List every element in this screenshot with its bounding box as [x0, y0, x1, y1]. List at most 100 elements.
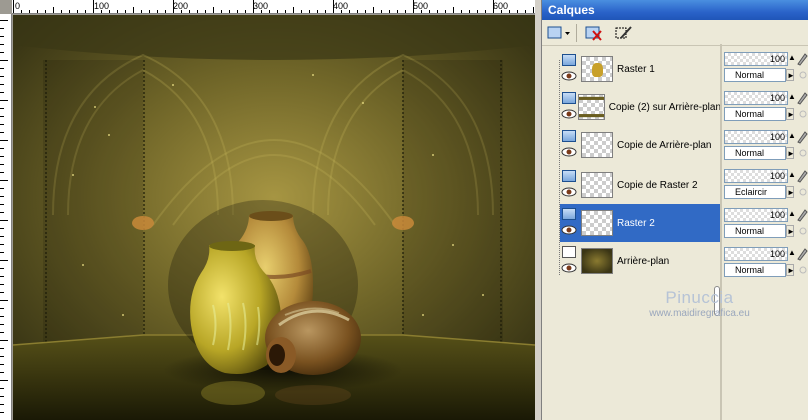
- brush-lock-icon[interactable]: [796, 208, 808, 222]
- layer-row-arriere-plan[interactable]: Arrière-plan: [560, 242, 721, 280]
- ruler-tick: [445, 10, 446, 13]
- ruler-tick: [301, 10, 302, 13]
- raster-layer-icon: [562, 92, 576, 104]
- panel-divider: [720, 44, 722, 420]
- opacity-arrow-icon[interactable]: ▲: [788, 209, 796, 221]
- toolbar-separator: [576, 23, 577, 42]
- ruler-tick: [0, 284, 4, 285]
- brush-lock-icon[interactable]: [796, 91, 808, 105]
- ruler-tick: [0, 252, 4, 253]
- visibility-eye-icon[interactable]: [561, 187, 577, 197]
- ruler-tick: [69, 10, 70, 13]
- ruler-tick: [53, 7, 54, 13]
- brush-lock-icon[interactable]: [796, 169, 808, 183]
- ruler-tick: [0, 172, 4, 173]
- blend-mode-select[interactable]: Normal: [724, 263, 786, 277]
- ruler-tick: [317, 10, 318, 13]
- layer-row-copie-2[interactable]: Copie (2) sur Arrière-plan: [560, 88, 721, 126]
- visibility-eye-icon[interactable]: [561, 71, 577, 81]
- blend-dropdown-arrow-icon[interactable]: ►: [786, 108, 795, 120]
- blend-mode-select[interactable]: Normal: [724, 146, 786, 160]
- artwork-svg: [12, 15, 535, 420]
- layer-properties: 100 ▲ Normal ►: [724, 89, 808, 127]
- opacity-arrow-icon[interactable]: ▲: [788, 92, 796, 104]
- vases-artwork-image[interactable]: [12, 15, 535, 420]
- link-icon[interactable]: [798, 109, 808, 119]
- opacity-arrow-icon[interactable]: ▲: [788, 53, 796, 65]
- new-raster-layer-button[interactable]: [546, 22, 572, 44]
- ruler-tick: [0, 276, 4, 277]
- blend-dropdown-arrow-icon[interactable]: ►: [786, 147, 795, 159]
- opacity-slider[interactable]: 100: [724, 130, 788, 144]
- ruler-tick: [293, 7, 294, 13]
- link-icon[interactable]: [798, 265, 808, 275]
- ruler-tick: [413, 0, 414, 13]
- ruler-tick: [253, 0, 254, 13]
- brush-lock-icon[interactable]: [796, 247, 808, 261]
- palette-title[interactable]: Calques: [542, 0, 808, 20]
- layer-thumbnail: [577, 94, 605, 120]
- ruler-tick: [61, 10, 62, 13]
- ruler-tick: [0, 20, 8, 21]
- layer-row-copie-arriere-plan[interactable]: Copie de Arrière-plan: [560, 126, 721, 164]
- layers-list: Raster 1 Copie (2) sur Arrière-plan Copi…: [552, 48, 722, 420]
- opacity-slider[interactable]: 100: [724, 52, 788, 66]
- ruler-tick: [0, 188, 4, 189]
- new-raster-layer-icon: [547, 26, 570, 38]
- link-icon[interactable]: [798, 226, 808, 236]
- blend-dropdown-arrow-icon[interactable]: ►: [786, 264, 795, 276]
- ruler-tick: [21, 10, 22, 13]
- ruler-tick: [309, 10, 310, 13]
- visibility-eye-icon[interactable]: [561, 109, 577, 119]
- blend-dropdown-arrow-icon[interactable]: ►: [786, 69, 795, 81]
- ruler-tick: [157, 10, 158, 13]
- opacity-slider[interactable]: 100: [724, 91, 788, 105]
- brush-lock-icon[interactable]: [796, 52, 808, 66]
- visibility-eye-icon[interactable]: [561, 225, 577, 235]
- blend-mode-select[interactable]: Normal: [724, 68, 786, 82]
- ruler-tick: [0, 100, 8, 101]
- link-icon[interactable]: [798, 187, 808, 197]
- opacity-slider[interactable]: 100: [724, 247, 788, 261]
- blend-dropdown-arrow-icon[interactable]: ►: [786, 186, 795, 198]
- image-canvas-area[interactable]: 0 100 200 300 400 500 600: [0, 0, 535, 420]
- opacity-slider[interactable]: 100: [724, 169, 788, 183]
- link-icon[interactable]: [798, 148, 808, 158]
- ruler-tick: [189, 10, 190, 13]
- ruler-tick: [0, 28, 4, 29]
- layer-name: Arrière-plan: [617, 255, 670, 267]
- ruler-tick: [453, 7, 454, 13]
- ruler-tick: [181, 10, 182, 13]
- opacity-slider[interactable]: 100: [724, 208, 788, 222]
- ruler-tick: [501, 10, 502, 13]
- ruler-tick: [341, 10, 342, 13]
- layer-row-raster-2[interactable]: Raster 2: [560, 204, 721, 242]
- ruler-tick: [509, 10, 510, 13]
- layer-row-raster-1[interactable]: Raster 1: [560, 50, 721, 88]
- layer-row-copie-raster-2[interactable]: Copie de Raster 2: [560, 166, 721, 204]
- blend-mode-select[interactable]: Normal: [724, 107, 786, 121]
- visibility-eye-icon[interactable]: [561, 263, 577, 273]
- ruler-tick: [0, 236, 4, 237]
- ruler-tick: [0, 356, 4, 357]
- ruler-tick: [0, 116, 4, 117]
- blend-dropdown-arrow-icon[interactable]: ►: [786, 225, 795, 237]
- ruler-tick: [333, 0, 334, 13]
- edit-selection-button[interactable]: [611, 22, 637, 44]
- delete-layer-button[interactable]: [581, 22, 607, 44]
- blend-mode-select[interactable]: Eclaircir: [724, 185, 786, 199]
- watermark-title: Pinuccia: [665, 288, 734, 307]
- brush-lock-icon[interactable]: [796, 130, 808, 144]
- ruler-tick: [0, 108, 4, 109]
- visibility-eye-icon[interactable]: [561, 147, 577, 157]
- ruler-tick: [357, 10, 358, 13]
- ruler-tick: [365, 10, 366, 13]
- ruler-tick: [389, 10, 390, 13]
- link-icon[interactable]: [798, 70, 808, 80]
- blend-mode-select[interactable]: Normal: [724, 224, 786, 238]
- ruler-tick: [0, 364, 4, 365]
- opacity-arrow-icon[interactable]: ▲: [788, 131, 796, 143]
- opacity-arrow-icon[interactable]: ▲: [788, 248, 796, 260]
- ruler-tick: [109, 10, 110, 13]
- opacity-arrow-icon[interactable]: ▲: [788, 170, 796, 182]
